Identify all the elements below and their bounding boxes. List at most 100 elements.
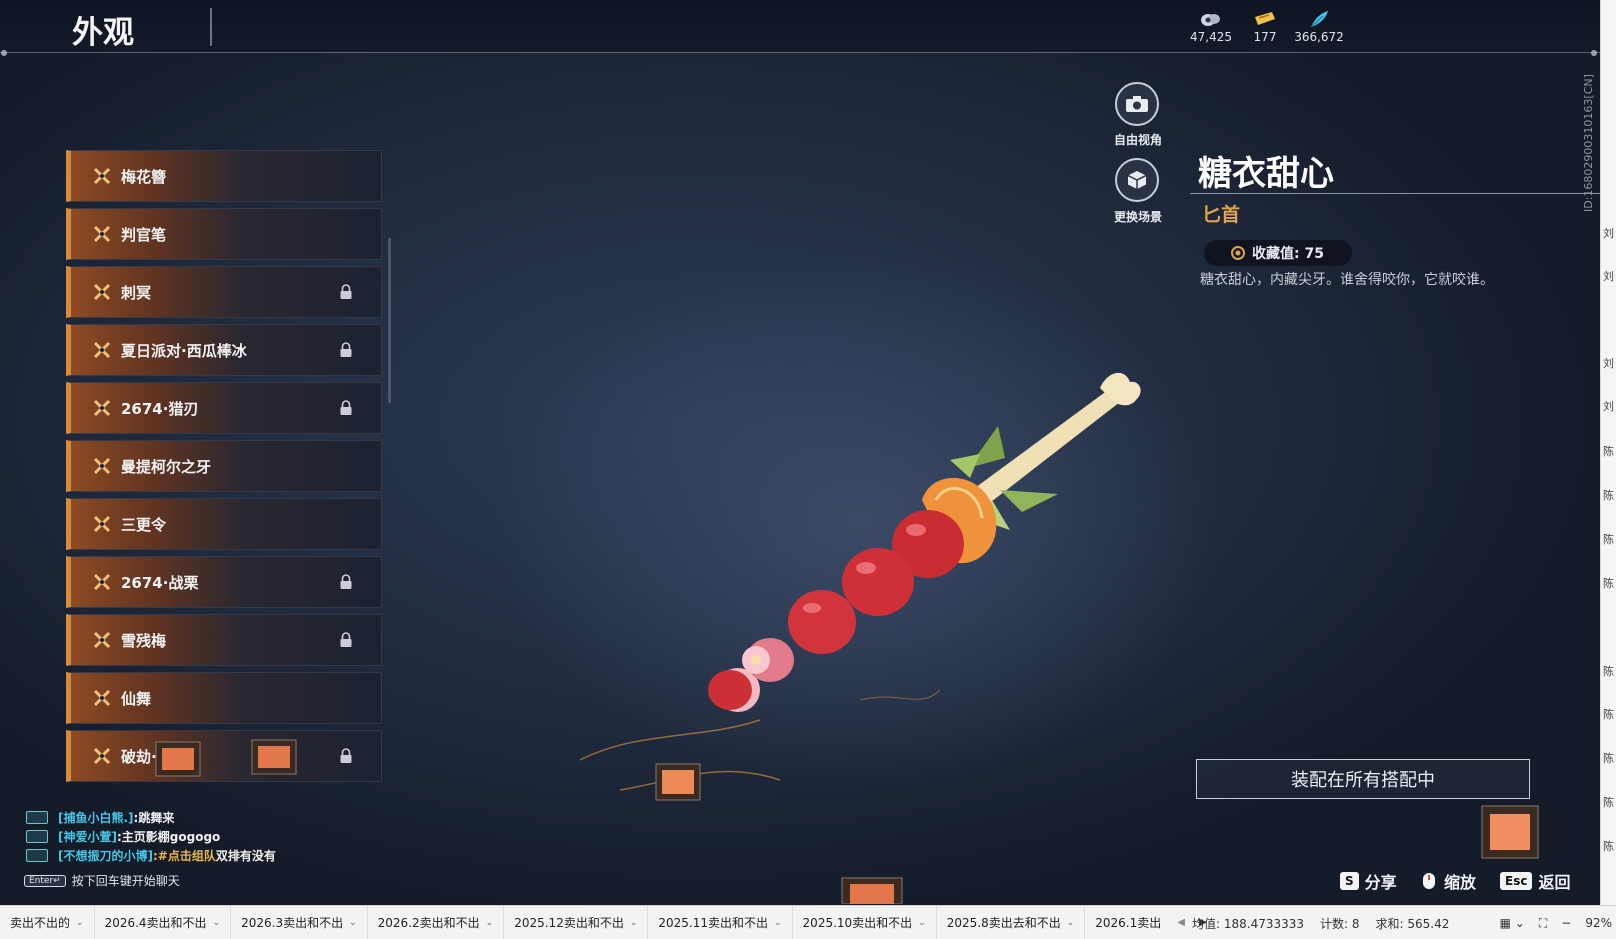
chat-box: [捕鱼小白熊.] :跳舞来 [神爱小萱] :主页影棚gogogo [不想振刀的小…: [26, 808, 276, 865]
list-item[interactable]: 仙舞: [66, 672, 382, 724]
title-divider: [1190, 193, 1600, 194]
item-description: 糖衣甜心，内藏尖牙。谁舍得咬你，它就咬谁。: [1200, 272, 1494, 288]
player-id: ID:1680290031016​3[CN]: [1582, 74, 1595, 212]
sheet-tab[interactable]: 2025.8卖出去和不出 ⌄: [937, 906, 1086, 939]
lock-icon: [340, 400, 352, 415]
list-item[interactable]: 三更令: [66, 498, 382, 550]
sheet-tab[interactable]: 2025.11卖出和不出 ⌄: [648, 906, 793, 939]
list-item[interactable]: 2674·猎刃: [66, 382, 382, 434]
view-controls: ▦ ⌄ ⛶ − 92%: [1500, 906, 1612, 939]
change-scene-label: 更换场景: [1113, 210, 1162, 224]
cube-icon: [1127, 171, 1147, 189]
cell-char: 陈: [1603, 533, 1614, 546]
chat-input-hint[interactable]: Enter↵ 按下回车键开始聊天: [24, 872, 180, 889]
stat-sum: 求和: 565.42: [1375, 916, 1450, 931]
key-cap: S: [1340, 872, 1359, 890]
sheet-tab[interactable]: 2026.1卖出: [1085, 906, 1171, 939]
item-label: 判官笔: [121, 225, 167, 244]
list-item[interactable]: 曼提柯尔之牙: [66, 440, 382, 492]
chat-text: :跳舞来: [133, 811, 175, 825]
tab-scroll-left-icon[interactable]: ◀: [1177, 917, 1185, 928]
title-divider: [210, 8, 212, 46]
topline-dot-left: [1, 50, 7, 56]
equip-all-outfits-button[interactable]: 装配在所有搭配中: [1196, 759, 1530, 799]
item-name: 糖衣甜心: [1198, 154, 1334, 194]
enter-key-icon: Enter↵: [24, 874, 66, 887]
share-hotkey[interactable]: S 分享: [1340, 869, 1397, 893]
feather-icon: [1284, 8, 1354, 30]
cell-char: 刘: [1603, 227, 1614, 240]
lantern-decoration: [841, 877, 903, 904]
zoom-out-icon[interactable]: −: [1561, 916, 1571, 930]
item-label: 夏日派对·西瓜棒冰: [121, 341, 247, 360]
sheet-tab[interactable]: 2026.4卖出和不出 ⌄: [95, 906, 232, 939]
item-label: 梅花簪: [121, 167, 167, 186]
collect-value-text: 收藏值: 75: [1252, 246, 1324, 262]
list-item[interactable]: 夏日派对·西瓜棒冰: [66, 324, 382, 376]
sheet-tab[interactable]: 2026.2卖出和不出 ⌄: [368, 906, 505, 939]
list-item[interactable]: 破劫·千刃: [66, 730, 382, 782]
currency-feather: 366,672: [1284, 8, 1354, 44]
list-item[interactable]: 2674·战栗: [66, 556, 382, 608]
currency-value: 366,672: [1294, 30, 1344, 44]
sheet-tab[interactable]: 2025.10卖出和不出 ⌄: [793, 906, 937, 939]
item-label: 仙舞: [121, 689, 152, 708]
list-item[interactable]: 梅花簪: [66, 150, 382, 202]
change-scene-button[interactable]: [1115, 158, 1159, 202]
lock-icon: [340, 632, 352, 647]
weapon-skin-list[interactable]: 梅花簪 判官笔 刺冥 夏日派对·西瓜棒冰 2674·猎刃 曼提柯尔之牙 三更令: [66, 150, 382, 800]
lantern-decoration: [155, 741, 201, 777]
list-item[interactable]: 判官笔: [66, 208, 382, 260]
chat-sender[interactable]: [神爱小萱]: [58, 828, 117, 845]
crossed-blades-icon: [93, 167, 111, 185]
chat-channel-icon: [26, 849, 48, 862]
zoom-level: 92%: [1585, 916, 1612, 930]
chat-hint-text: 按下回车键开始聊天: [71, 874, 180, 888]
sheet-tab[interactable]: 2026.3卖出和不出 ⌄: [231, 906, 368, 939]
cell-char: 刘: [1603, 270, 1614, 283]
crossed-blades-icon: [93, 283, 111, 301]
item-label: 曼提柯尔之牙: [121, 457, 212, 476]
lantern-decoration: [1481, 805, 1539, 859]
crossed-blades-icon: [93, 399, 111, 417]
chat-sender[interactable]: [捕鱼小白熊.]: [58, 809, 134, 826]
chat-sender[interactable]: [不想振刀的小博]: [58, 847, 153, 864]
top-bar: 外观 47,425 177 366,672: [0, 0, 1600, 53]
chat-message: [捕鱼小白熊.] :跳舞来: [26, 808, 276, 827]
cell-char: 陈: [1603, 577, 1614, 590]
list-item[interactable]: 刺冥: [66, 266, 382, 318]
lock-icon: [340, 284, 352, 299]
camera-icon: [1126, 96, 1148, 112]
grid-view-icon[interactable]: ▦ ⌄: [1500, 916, 1525, 930]
weapon-preview-model[interactable]: [560, 360, 1180, 900]
chat-message: [神爱小萱] :主页影棚gogogo: [26, 827, 276, 846]
cell-char: 陈: [1603, 840, 1614, 853]
cell-char: 刘: [1603, 400, 1614, 413]
sheet-tab[interactable]: 卖出不出的 ⌄: [0, 906, 95, 939]
cell-char: 陈: [1603, 708, 1614, 721]
list-scrollbar[interactable]: [388, 238, 391, 403]
list-item[interactable]: 雪残梅: [66, 614, 382, 666]
item-label: 三更令: [121, 515, 167, 534]
crossed-blades-icon: [93, 457, 111, 475]
cell-char: 陈: [1603, 489, 1614, 502]
sheet-tab[interactable]: 2025.12卖出和不出 ⌄: [504, 906, 649, 939]
selection-stats: 均值: 188.4733333 计数: 8 求和: 565.42: [1192, 906, 1449, 939]
collect-value-badge: 收藏值: 75: [1204, 240, 1352, 266]
chat-channel-icon: [26, 811, 48, 824]
zoom-hotkey[interactable]: 缩放: [1420, 869, 1476, 893]
crossed-blades-icon: [93, 225, 111, 243]
chat-message: [不想振刀的小博] :#点击组队 双排有没有: [26, 846, 276, 865]
mouse-icon: [1423, 873, 1435, 889]
free-view-button[interactable]: [1115, 82, 1159, 126]
cell-char: 陈: [1603, 665, 1614, 678]
fullscreen-icon[interactable]: ⛶: [1539, 916, 1547, 931]
crossed-blades-icon: [93, 573, 111, 591]
chat-team-link[interactable]: :#点击组队: [153, 847, 216, 864]
hotkey-label: 分享: [1364, 873, 1397, 892]
crossed-blades-icon: [93, 747, 111, 765]
page-title: 外观: [72, 15, 134, 51]
cell-char: 刘: [1603, 357, 1614, 370]
back-hotkey[interactable]: Esc 返回: [1500, 869, 1570, 893]
key-cap: Esc: [1500, 872, 1533, 890]
